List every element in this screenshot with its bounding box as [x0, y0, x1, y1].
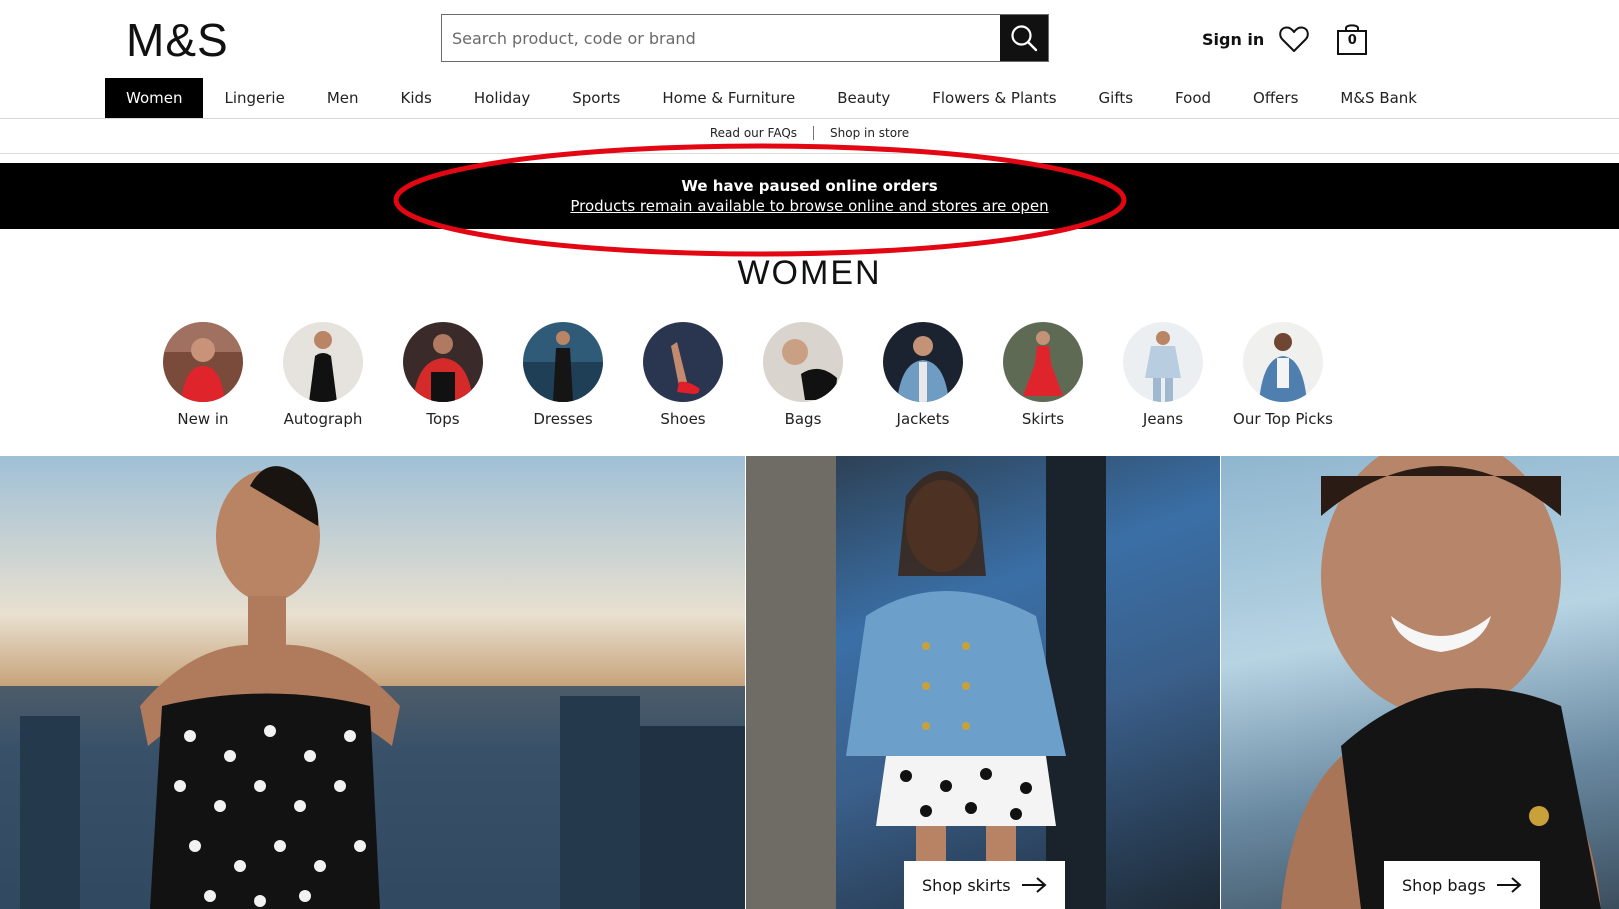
page-title: WOMEN — [737, 254, 882, 292]
site-header: M&S Sign in 0 — [0, 0, 1619, 78]
category-jackets[interactable]: Jackets — [883, 322, 963, 428]
nav-item-home-furniture[interactable]: Home & Furniture — [641, 78, 816, 118]
category-shoes[interactable]: Shoes — [643, 322, 723, 428]
dresses-thumbnail — [523, 322, 603, 402]
nav-item-offers[interactable]: Offers — [1232, 78, 1319, 118]
category-label: New in — [177, 410, 229, 428]
new-in-thumbnail — [163, 322, 243, 402]
sign-in-link[interactable]: Sign in — [1202, 30, 1264, 49]
banner-title: We have paused online orders — [681, 177, 938, 195]
category-label: Shoes — [660, 410, 706, 428]
shop-skirts-button[interactable]: Shop skirts — [904, 861, 1065, 909]
nav-item-gifts[interactable]: Gifts — [1078, 78, 1155, 118]
banner-link[interactable]: Products remain available to browse onli… — [0, 197, 1619, 215]
wishlist-button[interactable] — [1278, 24, 1310, 54]
category-tops[interactable]: Tops — [403, 322, 483, 428]
category-label: Tops — [426, 410, 460, 428]
service-notice-banner: We have paused online orders Products re… — [0, 163, 1619, 229]
top-picks-thumbnail — [1243, 322, 1323, 402]
hero-tile-skirts[interactable]: Shop skirts — [746, 456, 1220, 909]
category-new-in[interactable]: New in — [163, 322, 243, 428]
account-actions: Sign in 0 — [1202, 20, 1368, 58]
category-label: Skirts — [1021, 410, 1065, 428]
category-skirts[interactable]: Skirts — [1003, 322, 1083, 428]
hero-tile-bags[interactable]: Shop bags — [1221, 456, 1619, 909]
category-jeans[interactable]: Jeans — [1123, 322, 1203, 428]
utility-links: Read our FAQs Shop in store — [0, 126, 1619, 140]
category-our-top-picks[interactable]: Our Top Picks — [1233, 322, 1333, 428]
category-bags[interactable]: Bags — [763, 322, 843, 428]
category-label: Jackets — [896, 410, 950, 428]
model-handbag-image — [1281, 456, 1601, 909]
search-bar — [441, 14, 1049, 62]
search-input[interactable] — [442, 15, 1000, 61]
category-label: Our Top Picks — [1233, 410, 1333, 428]
nav-item-food[interactable]: Food — [1154, 78, 1232, 118]
nav-item-beauty[interactable]: Beauty — [816, 78, 911, 118]
nav-divider — [0, 118, 1619, 119]
jackets-thumbnail — [883, 322, 963, 402]
shoes-thumbnail — [643, 322, 723, 402]
category-dresses[interactable]: Dresses — [523, 322, 603, 428]
tops-thumbnail — [403, 322, 483, 402]
search-button[interactable] — [1000, 15, 1048, 61]
nav-item-sports[interactable]: Sports — [551, 78, 641, 118]
nav-item-holiday[interactable]: Holiday — [453, 78, 551, 118]
nav-item-lingerie[interactable]: Lingerie — [203, 78, 305, 118]
heart-icon — [1279, 26, 1310, 52]
model-denim-jacket-image — [746, 456, 1106, 909]
shop-bags-button[interactable]: Shop bags — [1384, 861, 1540, 909]
ms-logo[interactable]: M&S — [126, 14, 229, 66]
category-carousel: New in Autograph Tops Dresses Shoes Bags — [163, 322, 1333, 428]
shop-bags-label: Shop bags — [1402, 875, 1486, 895]
skirts-thumbnail — [1003, 322, 1083, 402]
jeans-thumbnail — [1123, 322, 1203, 402]
arrow-right-icon — [1021, 877, 1047, 893]
nav-item-kids[interactable]: Kids — [380, 78, 453, 118]
category-autograph[interactable]: Autograph — [283, 322, 363, 428]
search-icon — [1011, 25, 1038, 52]
shop-skirts-label: Shop skirts — [922, 875, 1011, 895]
nav-item-women[interactable]: Women — [105, 78, 204, 118]
bags-thumbnail — [763, 322, 843, 402]
category-label: Jeans — [1142, 410, 1184, 428]
category-label: Autograph — [283, 410, 363, 428]
autograph-thumbnail — [283, 322, 363, 402]
model-polka-dress-image — [0, 466, 745, 909]
main-nav: Women Lingerie Men Kids Holiday Sports H… — [105, 78, 1438, 118]
utility-divider — [0, 153, 1619, 154]
hero-tile-dress[interactable] — [0, 456, 745, 909]
nav-item-ms-bank[interactable]: M&S Bank — [1319, 78, 1438, 118]
shop-in-store-link[interactable]: Shop in store — [830, 126, 909, 140]
bag-count: 0 — [1347, 33, 1357, 48]
faqs-link[interactable]: Read our FAQs — [710, 126, 797, 140]
link-separator — [813, 126, 815, 140]
category-label: Dresses — [533, 410, 593, 428]
arrow-right-icon — [1496, 877, 1522, 893]
nav-item-flowers-plants[interactable]: Flowers & Plants — [911, 78, 1077, 118]
bag-button[interactable]: 0 — [1336, 22, 1368, 56]
category-label: Bags — [784, 410, 822, 428]
nav-item-men[interactable]: Men — [306, 78, 380, 118]
